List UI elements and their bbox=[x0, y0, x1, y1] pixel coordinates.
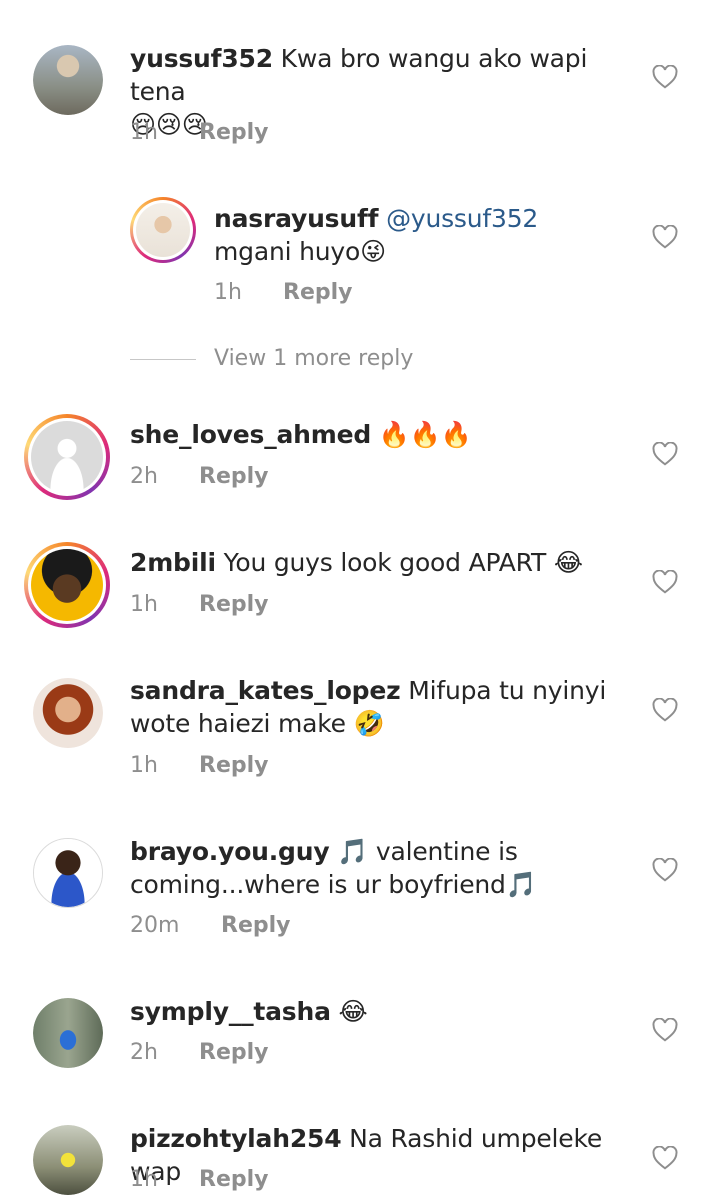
comment-time: 1h bbox=[130, 753, 158, 778]
divider-line bbox=[130, 358, 196, 360]
reply-button[interactable]: Reply bbox=[199, 1167, 269, 1192]
comment-time: 1h bbox=[130, 1167, 158, 1192]
comment-time: 1h bbox=[130, 120, 158, 145]
avatar[interactable] bbox=[33, 1125, 103, 1195]
comment-emoji: 🎵 bbox=[337, 837, 369, 866]
comment-username[interactable]: nasrayusuff bbox=[214, 204, 379, 233]
reply-button[interactable]: Reply bbox=[199, 1040, 269, 1065]
comment-meta: 20m Reply bbox=[130, 913, 291, 938]
comment-text: she_loves_ahmed 🔥🔥🔥 bbox=[130, 418, 620, 451]
comment-emoji: 😂 bbox=[553, 548, 583, 577]
comment-text: brayo.you.guy 🎵 valentine is coming...wh… bbox=[130, 835, 620, 901]
comment-time: 1h bbox=[214, 280, 242, 305]
comment-meta: 1h Reply bbox=[130, 592, 269, 617]
comment-username[interactable]: sandra_kates_lopez bbox=[130, 676, 401, 705]
heart-outline-icon[interactable] bbox=[652, 65, 678, 89]
comment-body: You guys look good APART bbox=[223, 548, 547, 577]
comment-username[interactable]: pizzohtylah254 bbox=[130, 1124, 342, 1153]
comment-meta: 1h Reply bbox=[130, 753, 269, 778]
reply-button[interactable]: Reply bbox=[199, 753, 269, 778]
comment-body: mgani huyo bbox=[214, 237, 361, 266]
comment-username[interactable]: she_loves_ahmed bbox=[130, 420, 371, 449]
heart-outline-icon[interactable] bbox=[652, 1018, 678, 1042]
comment-meta: 1h Reply bbox=[130, 1167, 269, 1192]
comment-meta: 1h Reply bbox=[214, 280, 353, 305]
comment-emoji: 🔥🔥🔥 bbox=[378, 420, 472, 449]
reply-button[interactable]: Reply bbox=[283, 280, 353, 305]
comment-text: symply__tasha 😂 bbox=[130, 995, 620, 1028]
mention-link[interactable]: @yussuf352 bbox=[386, 204, 538, 233]
comment-emoji: 🤣 bbox=[353, 709, 385, 738]
avatar[interactable] bbox=[24, 414, 110, 500]
comment-time: 1h bbox=[130, 592, 158, 617]
comment-text: sandra_kates_lopez Mifupa tu nyinyi wote… bbox=[130, 674, 620, 740]
heart-outline-icon[interactable] bbox=[652, 225, 678, 249]
avatar[interactable] bbox=[33, 998, 103, 1068]
reply-button[interactable]: Reply bbox=[199, 120, 269, 145]
view-more-label[interactable]: View 1 more reply bbox=[214, 346, 413, 371]
heart-outline-icon[interactable] bbox=[652, 442, 678, 466]
comment-username[interactable]: brayo.you.guy bbox=[130, 837, 330, 866]
comment-text: 2mbili You guys look good APART 😂 bbox=[130, 546, 620, 579]
heart-outline-icon[interactable] bbox=[652, 858, 678, 882]
comment-username[interactable]: 2mbili bbox=[130, 548, 216, 577]
comment-emoji: 🎵 bbox=[505, 870, 537, 899]
comment-time: 2h bbox=[130, 464, 158, 489]
heart-outline-icon[interactable] bbox=[652, 1146, 678, 1170]
comment-emoji: 😂 bbox=[338, 997, 368, 1026]
comment-username[interactable]: symply__tasha bbox=[130, 997, 331, 1026]
reply-button[interactable]: Reply bbox=[199, 464, 269, 489]
view-more-replies[interactable]: View 1 more reply bbox=[130, 346, 413, 371]
avatar[interactable] bbox=[24, 542, 110, 628]
comment-time: 2h bbox=[130, 1040, 158, 1065]
comment-meta: 2h Reply bbox=[130, 464, 269, 489]
comment-meta: 2h Reply bbox=[130, 1040, 269, 1065]
avatar[interactable] bbox=[33, 678, 103, 748]
reply-button[interactable]: Reply bbox=[199, 592, 269, 617]
comment-time: 20m bbox=[130, 913, 180, 938]
avatar[interactable] bbox=[33, 45, 103, 115]
heart-outline-icon[interactable] bbox=[652, 570, 678, 594]
comment-meta: 1h Reply bbox=[130, 120, 269, 145]
reply-button[interactable]: Reply bbox=[221, 913, 291, 938]
avatar[interactable] bbox=[130, 197, 196, 263]
avatar[interactable] bbox=[33, 838, 103, 908]
comment-emoji: 😜 bbox=[360, 237, 386, 266]
heart-outline-icon[interactable] bbox=[652, 698, 678, 722]
comment-username[interactable]: yussuf352 bbox=[130, 44, 273, 73]
comment-text: nasrayusuff @yussuf352 mgani huyo😜 bbox=[214, 202, 614, 268]
